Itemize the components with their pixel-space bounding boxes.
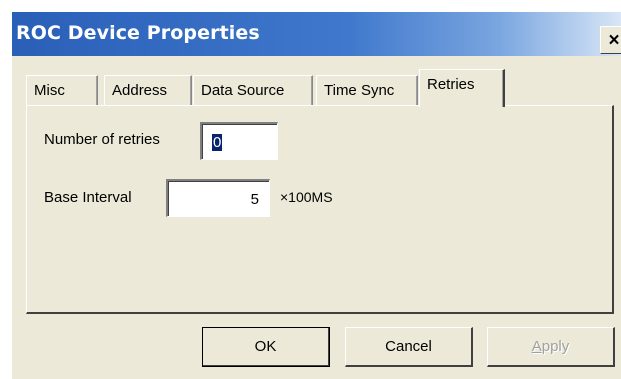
tab-misc[interactable]: Misc (26, 75, 98, 106)
base-interval-value: 5 (250, 191, 259, 208)
tab-data-source[interactable]: Data Source (193, 75, 313, 106)
base-interval-unit: ×100MS (280, 189, 333, 205)
cancel-button-label: Cancel (385, 338, 432, 355)
close-button[interactable]: × (600, 26, 621, 54)
number-of-retries-label: Number of retries (44, 131, 160, 148)
tab-address[interactable]: Address (104, 75, 192, 106)
tab-misc-label: Misc (34, 82, 65, 99)
base-interval-label: Base Interval (44, 189, 132, 206)
dialog-title: ROC Device Properties (16, 22, 260, 44)
tab-retries[interactable]: Retries (419, 69, 505, 107)
close-icon: × (608, 29, 620, 51)
apply-button-label: Apply (531, 338, 570, 355)
roc-device-properties-dialog: ROC Device Properties × Misc Address Dat… (0, 0, 621, 379)
title-bar[interactable]: ROC Device Properties × (12, 12, 621, 56)
tab-time-sync-label: Time Sync (324, 82, 395, 99)
tab-retries-label: Retries (427, 76, 475, 93)
tab-address-label: Address (112, 82, 168, 99)
ok-button-label: OK (254, 338, 277, 355)
tab-time-sync[interactable]: Time Sync (316, 75, 418, 106)
base-interval-input[interactable]: 5 (166, 179, 270, 217)
apply-button[interactable]: Apply (487, 327, 615, 367)
number-of-retries-value: 0 (212, 134, 223, 151)
cancel-button[interactable]: Cancel (345, 327, 473, 367)
ok-button[interactable]: OK (202, 327, 330, 367)
tab-data-source-label: Data Source (201, 82, 285, 99)
number-of-retries-input[interactable]: 0 (200, 122, 278, 160)
